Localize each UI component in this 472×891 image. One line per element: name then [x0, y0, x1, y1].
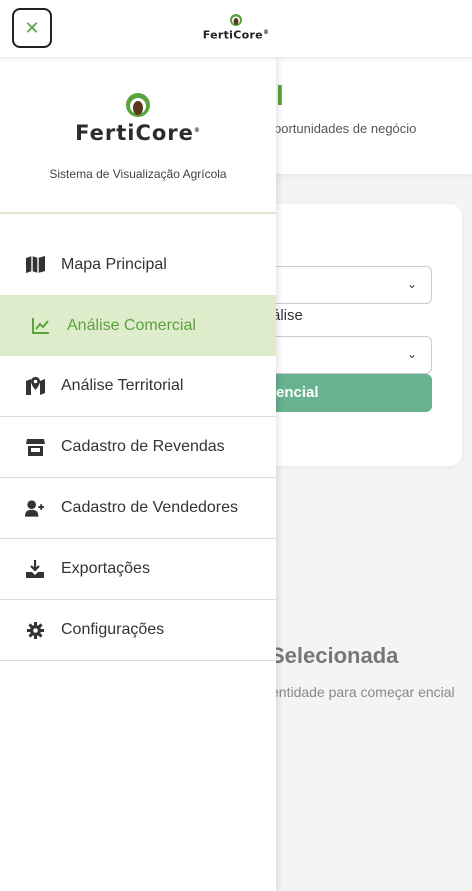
close-icon: ✕ — [24, 17, 40, 39]
store-icon — [25, 437, 45, 457]
menu-item-label: Análise Territorial — [61, 377, 184, 394]
registered-mark: ® — [193, 127, 201, 134]
analysis-select-label: álise — [272, 307, 303, 324]
menu-item-exportacoes[interactable]: Exportações — [0, 539, 276, 600]
drawer-menu: Mapa Principal Análise Comercial Análise… — [0, 234, 276, 661]
page-title: l — [276, 80, 284, 111]
drawer-logo: FertiCore® Sistema de Visualização Agríc… — [0, 91, 276, 181]
menu-item-label: Configurações — [61, 621, 165, 638]
menu-item-mapa-principal[interactable]: Mapa Principal — [0, 234, 276, 295]
map-marker-icon — [25, 376, 45, 396]
menu-item-analise-comercial[interactable]: Análise Comercial — [0, 295, 276, 356]
chart-line-icon — [31, 316, 51, 336]
menu-item-label: Mapa Principal — [61, 255, 167, 273]
chevron-down-icon: ⌄ — [406, 277, 417, 291]
page-subtitle: portunidades de negócio — [274, 121, 417, 136]
logo-icon — [230, 14, 242, 26]
menu-item-cadastro-revendas[interactable]: Cadastro de Revendas — [0, 417, 276, 478]
chevron-down-icon: ⌄ — [406, 347, 417, 361]
menu-item-cadastro-vendedores[interactable]: Cadastro de Vendedores — [0, 478, 276, 539]
menu-item-label: Exportações — [61, 560, 150, 577]
gear-icon — [25, 620, 45, 640]
empty-state-text: entidade para começar encial — [271, 684, 455, 700]
drawer-tagline: Sistema de Visualização Agrícola — [49, 167, 227, 181]
menu-item-configuracoes[interactable]: Configurações — [0, 600, 276, 661]
menu-item-analise-territorial[interactable]: Análise Territorial — [0, 356, 276, 417]
map-icon — [25, 255, 45, 275]
drawer-brand-name: FertiCore — [75, 121, 194, 145]
menu-item-label: Cadastro de Revendas — [61, 438, 225, 455]
close-menu-button[interactable]: ✕ — [12, 8, 52, 48]
top-bar: ✕ FertiCore® — [0, 0, 472, 57]
registered-mark: ® — [262, 29, 270, 36]
empty-state-title: Selecionada — [270, 643, 399, 668]
menu-item-label: Análise Comercial — [67, 316, 196, 334]
drawer-divider — [0, 212, 276, 214]
header-logo[interactable]: FertiCore® — [198, 13, 274, 42]
side-drawer: FertiCore® Sistema de Visualização Agríc… — [0, 57, 276, 891]
user-plus-icon — [25, 498, 45, 518]
download-icon — [25, 559, 45, 579]
menu-item-label: Cadastro de Vendedores — [61, 499, 239, 516]
logo-icon — [126, 93, 150, 117]
header-brand-name: FertiCore — [202, 28, 263, 42]
